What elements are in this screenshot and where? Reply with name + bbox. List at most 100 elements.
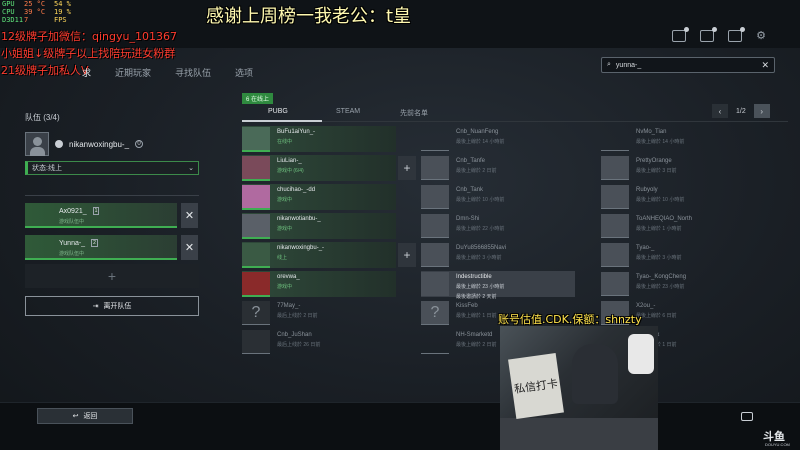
friend-name: LiuLian-_: [277, 158, 302, 164]
prev-page-button[interactable]: ‹: [712, 104, 728, 118]
desk: [500, 418, 658, 450]
page-indicator: 1/2: [736, 107, 746, 115]
friend-card[interactable]: Cnb_JuShan 最后上线於 26 日前: [242, 329, 396, 355]
friend-avatar: [601, 243, 629, 267]
friend-card[interactable]: Dmn-Shi 最後上線於 22 小時前: [421, 213, 575, 239]
friends-icon[interactable]: [672, 27, 690, 42]
notice-line: 小姐姐↓级牌子以上找陪玩进女粉群: [1, 47, 176, 60]
friend-card[interactable]: Rubyoly 最後上線於 10 小時前: [601, 184, 755, 210]
friend-card[interactable]: PrettyOrange 最後上線於 3 日前: [601, 155, 755, 181]
leave-team-button[interactable]: ⇥ 离开队伍: [25, 296, 199, 316]
member-level: 2: [91, 239, 98, 247]
friend-avatar: [421, 330, 449, 354]
nav-tab[interactable]: 求: [82, 66, 91, 79]
mail-icon[interactable]: [700, 27, 718, 42]
nav-tab[interactable]: 选项: [235, 66, 253, 79]
friend-card[interactable]: BuFu1aiYun_- 在线中: [242, 126, 396, 152]
nav-tab[interactable]: 寻找队伍: [175, 66, 211, 79]
friend-name: NH-Smarketd: [456, 332, 493, 338]
unknown-avatar-icon: ?: [421, 301, 449, 325]
friend-name: ToANHEQIAO_North: [636, 216, 693, 222]
tab-previous[interactable]: 先前名单: [400, 108, 428, 118]
friend-status: 最後上線於 3 日前: [636, 168, 677, 174]
friend-card[interactable]: LiuLian-_ 游戏中 (6/4): [242, 155, 396, 181]
settings-icon[interactable]: ⚙: [756, 30, 766, 42]
back-button[interactable]: ↩ 返回: [37, 408, 133, 424]
status-select[interactable]: 状态:线上 ⌄: [25, 161, 199, 175]
hud-value: 7: [24, 16, 29, 24]
friend-status: 游戏中: [277, 226, 293, 232]
tab-pubg[interactable]: PUBG: [268, 108, 288, 115]
friend-card[interactable]: nikanwotianbu-_ 游戏中: [242, 213, 396, 239]
friend-name: BuFu1aiYun_-: [277, 129, 316, 135]
friend-card[interactable]: chucihao-_-dd 游戏中: [242, 184, 396, 210]
hud-key: D3D11: [2, 16, 24, 24]
friend-card[interactable]: nikanwoxingbu-_- 线上: [242, 242, 396, 268]
friend-name: Cnb_Tank: [456, 187, 484, 193]
friend-card[interactable]: ? 77May_- 最后上线於 2 日前: [242, 300, 396, 326]
friend-card[interactable]: Tyao-_ 最後上線於 3 小時前: [601, 242, 755, 268]
friend-card[interactable]: orevwa_ 游戏中: [242, 271, 396, 297]
hud-row: D3D11 7 FPS: [2, 16, 71, 24]
friend-status-2: 最後邀請於 2 天前: [456, 294, 497, 300]
friend-card[interactable]: Tyao-_KongCheng 最後上線於 23 小時前: [601, 271, 755, 297]
friend-status: 最後上線於 1 小時前: [636, 226, 682, 232]
friend-status: 游戏中 (6/4): [277, 168, 304, 174]
next-page-button[interactable]: ›: [753, 104, 770, 118]
nav-tab[interactable]: 近期玩家: [115, 66, 151, 79]
friend-status: 游戏中: [277, 284, 293, 290]
member-card[interactable]: Ax0921_ 1 游戏队伍中: [25, 203, 177, 228]
friend-avatar: [242, 127, 270, 151]
friend-avatar: [421, 214, 449, 238]
add-member-button[interactable]: +: [25, 264, 199, 288]
friend-avatar: [242, 272, 270, 296]
unknown-avatar-icon: ?: [242, 301, 270, 325]
chat-icon[interactable]: [741, 412, 753, 421]
clear-search-icon[interactable]: ✕: [761, 60, 769, 71]
friend-card[interactable]: ToANHEQIAO_North 最後上線於 1 小時前: [601, 213, 755, 239]
friend-status: 最後上線於 22 小時前: [456, 226, 505, 232]
invite-button[interactable]: +: [398, 156, 416, 180]
hud-value2: 19 %: [54, 8, 71, 16]
search-box[interactable]: ⌕ yunna-_ ✕: [601, 57, 775, 73]
member-status: 游戏队伍中: [59, 251, 85, 257]
leave-label: 离开队伍: [103, 303, 132, 310]
perf-hud: GPU 25 °C 54 % CPU 39 °C 19 % D3D11 7 FPS: [2, 0, 71, 24]
friend-status: 最後上線於 3 小時前: [456, 255, 502, 261]
friend-avatar: [601, 214, 629, 238]
kick-member-button[interactable]: ✕: [181, 203, 198, 228]
member-name: Yunna-_: [59, 239, 86, 247]
friend-card[interactable]: Indestructible 最後上線於 23 小時前 最後邀請於 2 天前: [421, 271, 575, 300]
friend-avatar: [421, 272, 449, 296]
friend-card[interactable]: Cnb_NuanFeng 最後上線於 14 小時前: [421, 126, 575, 152]
friend-status: 最後上線於 6 日前: [636, 313, 677, 319]
kick-member-button[interactable]: ✕: [181, 235, 198, 260]
cam-banner: 账号估值.CDK.保额：shnzty: [498, 313, 642, 326]
friend-name: nikanwotianbu-_: [277, 216, 321, 222]
friend-status: 线上: [277, 255, 288, 261]
friend-card[interactable]: NvMo_Tian 最後上線於 14 小時前: [601, 126, 755, 152]
friend-status: 最後上線於 14 小時前: [456, 139, 505, 145]
friend-card[interactable]: DuYu8566855Navi 最後上線於 3 小時前: [421, 242, 575, 268]
friend-name: KissFeb: [456, 303, 478, 309]
friend-card[interactable]: Cnb_Tank 最後上線於 10 小時前: [421, 184, 575, 210]
search-input[interactable]: yunna-_: [616, 62, 641, 69]
hud-value: 25 °C: [24, 0, 46, 8]
notification-icon[interactable]: [728, 27, 746, 42]
cam-sign: 私信打卡: [508, 352, 564, 420]
friend-avatar: [242, 185, 270, 209]
tab-steam[interactable]: STEAM: [336, 108, 360, 115]
friend-avatar: [421, 243, 449, 267]
friend-name: NvMo_Tian: [636, 129, 667, 135]
team-member: Yunna-_ 2 游戏队伍中 ✕: [25, 235, 199, 260]
friend-card[interactable]: Cnb_Tanfe 最後上線於 2 日前: [421, 155, 575, 181]
exit-icon: ⇥: [92, 303, 99, 310]
team-title: 队伍 (3/4): [25, 113, 60, 122]
friend-status: 最後上線於 2 日前: [456, 342, 497, 348]
divider: [25, 195, 199, 196]
friend-status: 最後上線於 23 小時前: [636, 284, 685, 290]
friend-status: 最後上線於 23 小時前: [456, 284, 505, 290]
member-card[interactable]: Yunna-_ 2 游戏队伍中: [25, 235, 177, 260]
pager: ‹ 1/2 ›: [712, 104, 770, 118]
invite-button[interactable]: +: [398, 243, 416, 267]
